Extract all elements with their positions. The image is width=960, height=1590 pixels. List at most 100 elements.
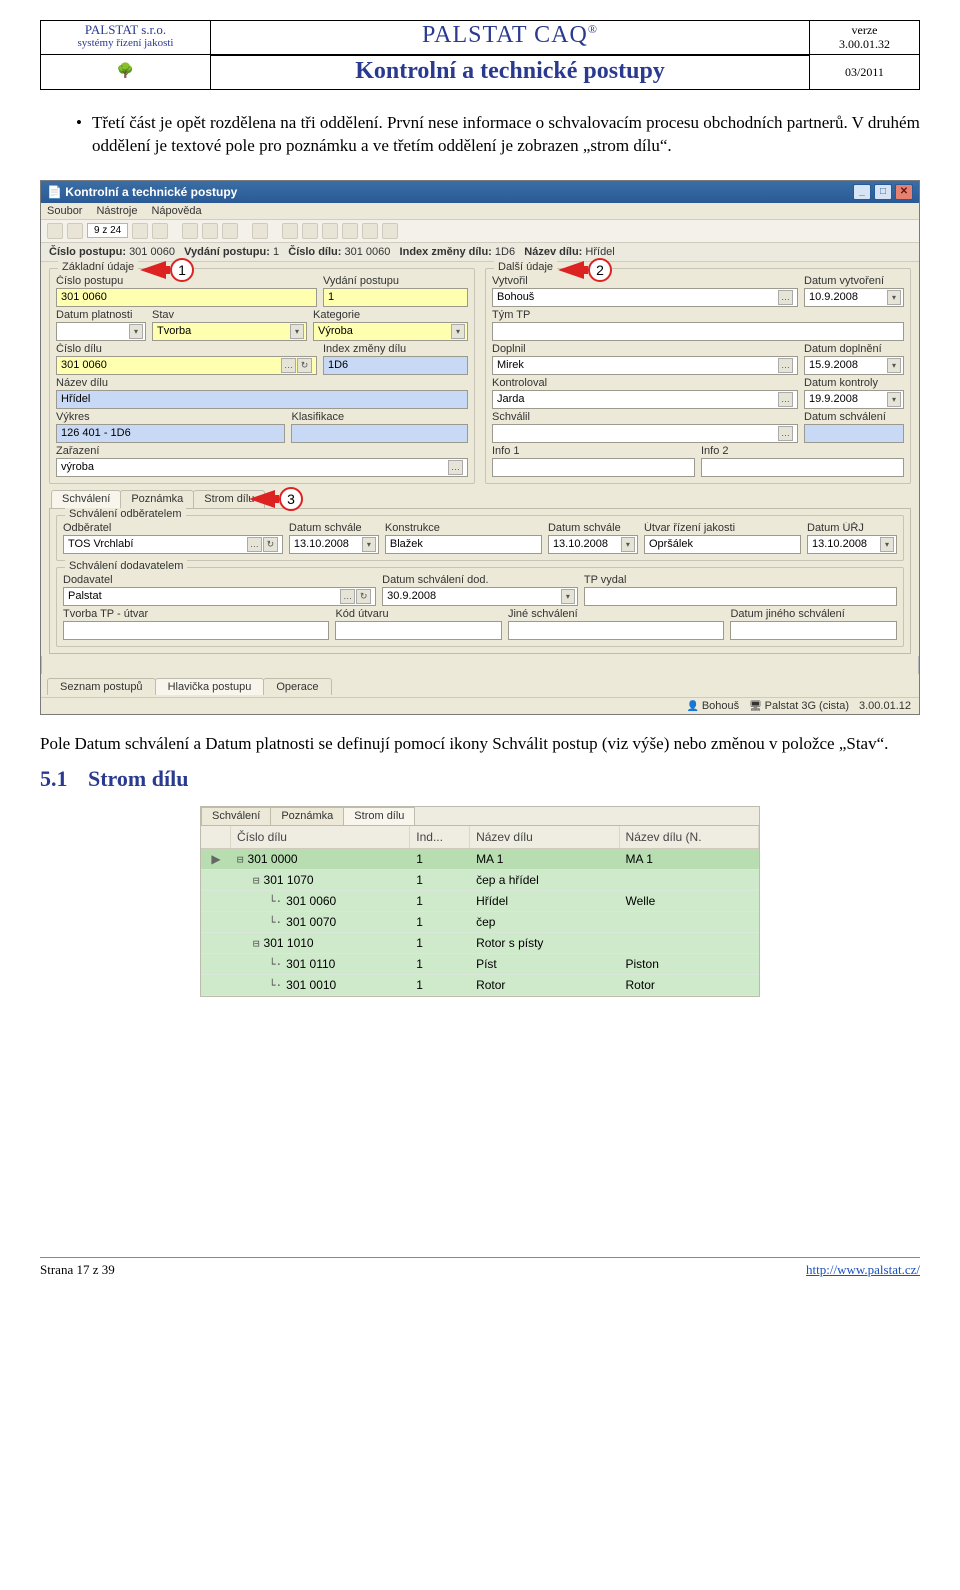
label-datum-schvale: Datum schvále xyxy=(289,522,379,534)
input-vytvoril[interactable]: Bohouš… xyxy=(492,288,798,307)
chevron-down-icon[interactable]: ▾ xyxy=(887,358,901,373)
input-datum-platnosti[interactable]: ▾ xyxy=(56,322,146,341)
input-tym[interactable] xyxy=(492,322,904,341)
input-kod-utvaru[interactable] xyxy=(335,621,502,640)
tree-row[interactable]: ⊟301 10101Rotor s písty xyxy=(201,933,759,954)
input-datum-jine[interactable] xyxy=(730,621,897,640)
section-heading: 5.1Strom dílu xyxy=(40,766,920,792)
input-doplnil[interactable]: Mirek… xyxy=(492,356,798,375)
approve-icon[interactable] xyxy=(282,223,298,239)
nav-prev-icon[interactable] xyxy=(67,223,83,239)
chevron-down-icon[interactable]: ▾ xyxy=(290,324,304,339)
lookup-icon[interactable]: … xyxy=(281,358,296,373)
tt-tab-poznamka[interactable]: Poznámka xyxy=(270,807,344,825)
tab-operace[interactable]: Operace xyxy=(263,678,331,695)
input-dodavatel[interactable]: Palstat…↻ xyxy=(63,587,376,606)
lookup-icon[interactable]: … xyxy=(247,537,262,552)
input-vydani[interactable]: 1 xyxy=(323,288,468,307)
maximize-button[interactable]: □ xyxy=(874,184,892,200)
input-datum-vytv[interactable]: 10.9.2008▾ xyxy=(804,288,904,307)
chevron-down-icon[interactable]: ▾ xyxy=(129,324,143,339)
nav-last-icon[interactable] xyxy=(152,223,168,239)
new-icon[interactable] xyxy=(182,223,198,239)
input-nazev[interactable]: Hřídel xyxy=(56,390,468,409)
tt-tab-schvaleni[interactable]: Schválení xyxy=(201,807,271,825)
chevron-down-icon[interactable]: ▾ xyxy=(561,589,575,604)
export-icon[interactable] xyxy=(322,223,338,239)
titlebar[interactable]: 📄 Kontrolní a technické postupy _ □ ✕ xyxy=(41,181,919,203)
input-schvalil[interactable]: … xyxy=(492,424,798,443)
select-kategorie[interactable]: Výroba▾ xyxy=(313,322,468,341)
chevron-down-icon[interactable]: ▾ xyxy=(887,290,901,305)
refresh-icon[interactable]: ↻ xyxy=(263,537,278,552)
chevron-down-icon[interactable]: ▾ xyxy=(362,537,376,552)
chevron-down-icon[interactable]: ▾ xyxy=(621,537,635,552)
tab-seznam-postupu[interactable]: Seznam postupů xyxy=(47,678,156,695)
refresh-icon[interactable]: ↻ xyxy=(297,358,312,373)
input-konstrukce[interactable]: Blažek xyxy=(385,535,542,554)
input-jine[interactable] xyxy=(508,621,724,640)
input-index[interactable]: 1D6 xyxy=(323,356,468,375)
menu-nastroje[interactable]: Nástroje xyxy=(96,205,137,217)
lookup-icon[interactable]: … xyxy=(448,460,463,475)
input-klasifikace[interactable] xyxy=(291,424,468,443)
input-info2[interactable] xyxy=(701,458,904,477)
input-datum-schval[interactable] xyxy=(804,424,904,443)
input-cislo-dilu[interactable]: 301 0060…↻ xyxy=(56,356,317,375)
input-info1[interactable] xyxy=(492,458,695,477)
mid-tabs: Schválení Poznámka Strom dílu xyxy=(49,490,911,508)
menubar: Soubor Nástroje Nápověda xyxy=(41,203,919,219)
lookup-icon[interactable]: … xyxy=(778,358,793,373)
tab-schvaleni[interactable]: Schválení xyxy=(51,490,121,508)
chevron-down-icon[interactable]: ▾ xyxy=(880,537,894,552)
tree-row[interactable]: └·301 00101RotorRotor xyxy=(201,975,759,996)
input-cislo-postupu[interactable]: 301 0060 xyxy=(56,288,317,307)
edit-icon[interactable] xyxy=(202,223,218,239)
refresh-icon[interactable] xyxy=(252,223,268,239)
select-stav[interactable]: Tvorba▾ xyxy=(152,322,307,341)
input-tpvydal[interactable] xyxy=(584,587,897,606)
input-datum-schvale[interactable]: 13.10.2008▾ xyxy=(289,535,379,554)
misc2-icon[interactable] xyxy=(382,223,398,239)
input-datum-dod[interactable]: 30.9.2008▾ xyxy=(382,587,578,606)
copy-icon[interactable] xyxy=(342,223,358,239)
misc-icon[interactable] xyxy=(362,223,378,239)
nav-next-icon[interactable] xyxy=(132,223,148,239)
lookup-icon[interactable]: … xyxy=(778,392,793,407)
menu-soubor[interactable]: Soubor xyxy=(47,205,82,217)
print-icon[interactable] xyxy=(302,223,318,239)
menu-napoveda[interactable]: Nápověda xyxy=(151,205,201,217)
input-utvar[interactable]: Opršálek xyxy=(644,535,801,554)
tree-row[interactable]: ▶⊟301 00001MA 1MA 1 xyxy=(201,849,759,870)
input-vykres[interactable]: 126 401 - 1D6 xyxy=(56,424,285,443)
delete-icon[interactable] xyxy=(222,223,238,239)
label-datum-kontr: Datum kontroly xyxy=(804,377,904,389)
chevron-down-icon[interactable]: ▾ xyxy=(451,324,465,339)
input-odberatel[interactable]: TOS Vrchlabí…↻ xyxy=(63,535,283,554)
lookup-icon[interactable]: … xyxy=(340,589,355,604)
tree-row[interactable]: └·301 00601HřídelWelle xyxy=(201,891,759,912)
input-kontroloval[interactable]: Jarda… xyxy=(492,390,798,409)
refresh-icon[interactable]: ↻ xyxy=(356,589,371,604)
tab-hlavicka-postupu[interactable]: Hlavička postupu xyxy=(155,678,265,695)
lookup-icon[interactable]: … xyxy=(778,426,793,441)
close-button[interactable]: ✕ xyxy=(895,184,913,200)
input-zarazeni[interactable]: výroba… xyxy=(56,458,468,477)
input-datum-kontr[interactable]: 19.9.2008▾ xyxy=(804,390,904,409)
tab-poznamka[interactable]: Poznámka xyxy=(120,490,194,508)
chevron-down-icon[interactable]: ▾ xyxy=(887,392,901,407)
version-label: verze xyxy=(812,23,917,37)
input-datum-schvale2[interactable]: 13.10.2008▾ xyxy=(548,535,638,554)
minimize-button[interactable]: _ xyxy=(853,184,871,200)
tree-row[interactable]: └·301 00701čep xyxy=(201,912,759,933)
svg-text:3: 3 xyxy=(287,491,295,507)
input-tvorba[interactable] xyxy=(63,621,329,640)
tt-tab-strom-dilu[interactable]: Strom dílu xyxy=(343,807,415,825)
input-datum-dopl[interactable]: 15.9.2008▾ xyxy=(804,356,904,375)
lookup-icon[interactable]: … xyxy=(778,290,793,305)
input-datum-urj[interactable]: 13.10.2008▾ xyxy=(807,535,897,554)
tree-row[interactable]: ⊟301 10701čep a hřídel xyxy=(201,870,759,891)
footer-url[interactable]: http://www.palstat.cz/ xyxy=(806,1262,920,1278)
tree-row[interactable]: └·301 01101PístPiston xyxy=(201,954,759,975)
nav-first-icon[interactable] xyxy=(47,223,63,239)
